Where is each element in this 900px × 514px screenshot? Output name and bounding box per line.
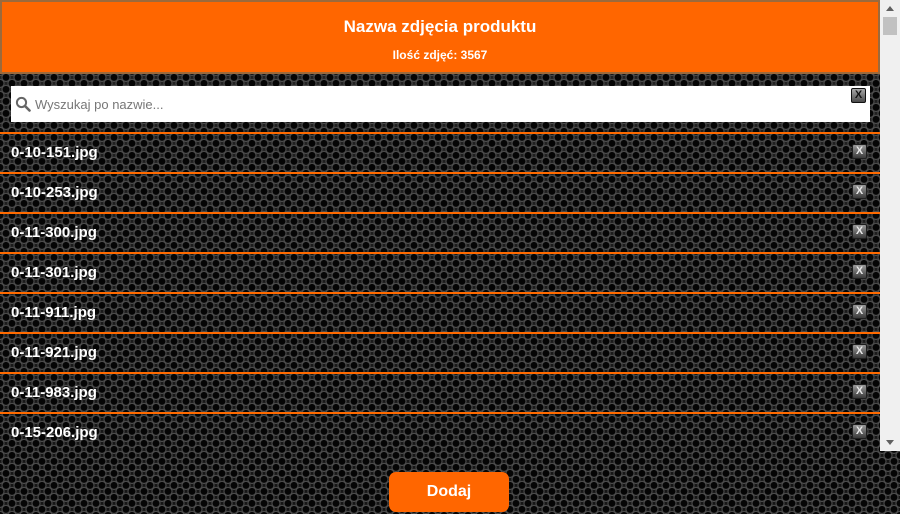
remove-button[interactable]: X <box>852 304 867 319</box>
clear-search-button[interactable]: X <box>851 88 866 103</box>
remove-button[interactable]: X <box>852 424 867 439</box>
file-name: 0-11-911.jpg <box>11 304 97 321</box>
search-input[interactable] <box>35 86 835 122</box>
list-item[interactable]: 0-10-151.jpg X <box>0 132 880 172</box>
file-name: 0-10-253.jpg <box>11 184 98 201</box>
header-panel: Nazwa zdjęcia produktu Ilość zdjęć: 3567 <box>0 0 880 74</box>
remove-button[interactable]: X <box>852 344 867 359</box>
remove-button[interactable]: X <box>852 184 867 199</box>
file-name: 0-11-300.jpg <box>11 224 97 241</box>
remove-button[interactable]: X <box>852 224 867 239</box>
scrollbar-thumb[interactable] <box>883 17 897 35</box>
file-name: 0-15-206.jpg <box>11 424 98 441</box>
scroll-up-icon[interactable] <box>886 6 894 11</box>
list-item[interactable]: 0-15-206.jpg X <box>0 412 880 451</box>
file-name: 0-11-983.jpg <box>11 384 97 401</box>
scroll-down-icon[interactable] <box>886 440 894 445</box>
page-title: Nazwa zdjęcia produktu <box>343 17 537 36</box>
list-item[interactable]: 0-11-983.jpg X <box>0 372 880 412</box>
remove-button[interactable]: X <box>852 144 867 159</box>
image-list: 0-10-151.jpg X 0-10-253.jpg X 0-11-300.jpg X 0… <box>0 132 880 451</box>
file-name: 0-11-921.jpg <box>11 344 97 361</box>
list-item[interactable]: 0-11-921.jpg X <box>0 332 880 372</box>
remove-button[interactable]: X <box>852 264 867 279</box>
list-item[interactable]: 0-11-911.jpg X <box>0 292 880 332</box>
search-box: X <box>11 86 870 122</box>
image-list-pane: Nazwa zdjęcia produktu Ilość zdjęć: 3567… <box>0 0 880 451</box>
search-icon <box>15 96 31 112</box>
file-name: 0-10-151.jpg <box>11 144 98 161</box>
add-button[interactable]: Dodaj <box>389 472 509 512</box>
remove-button[interactable]: X <box>852 384 867 399</box>
list-item[interactable]: 0-11-301.jpg X <box>0 252 880 292</box>
list-item[interactable]: 0-11-300.jpg X <box>0 212 880 252</box>
image-count: Ilość zdjęć: 3567 <box>392 48 488 62</box>
list-item[interactable]: 0-10-253.jpg X <box>0 172 880 212</box>
file-name: 0-11-301.jpg <box>11 264 97 281</box>
scrollbar[interactable] <box>880 0 900 451</box>
